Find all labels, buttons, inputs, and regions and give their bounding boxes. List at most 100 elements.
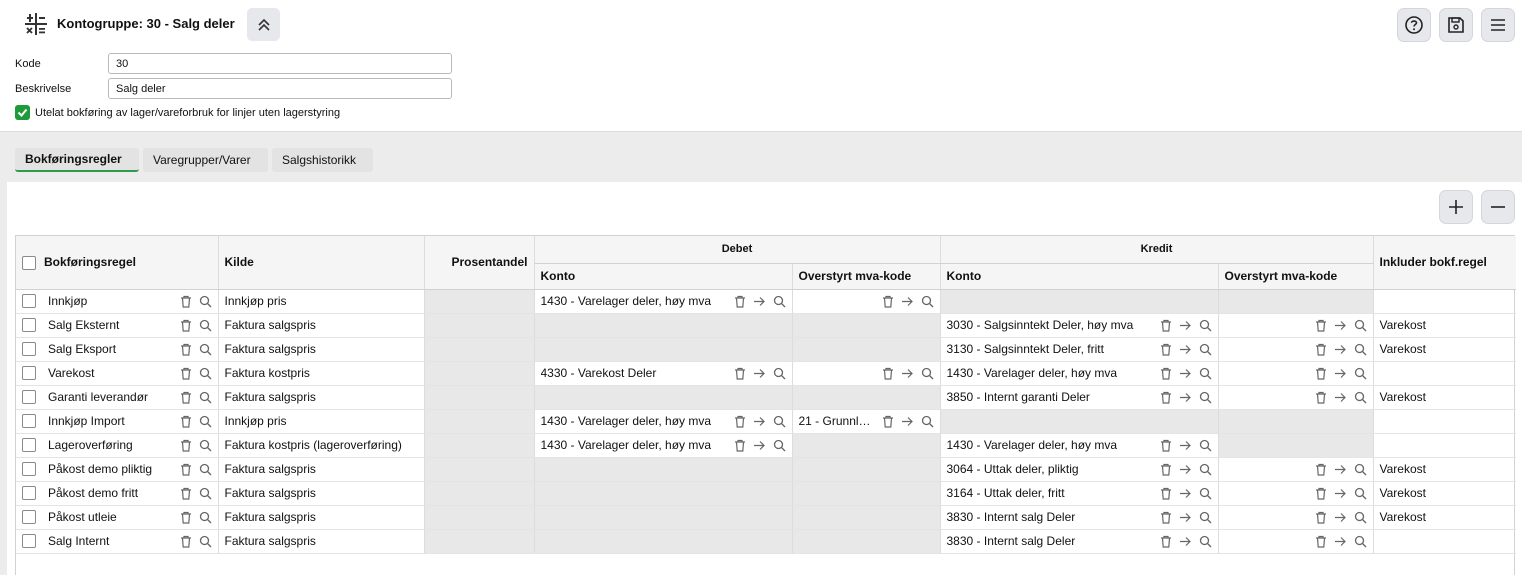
table-row[interactable]: Salg Eksternt Faktura salgspris 3030 - Sal… [16,313,1516,338]
tab-salgshistorikk[interactable]: Salgshistorikk [272,148,373,172]
rule-cell[interactable]: Påkost utleie [16,505,218,530]
table-row[interactable]: Påkost utleie Faktura salgspris 3830 - Int… [16,505,1516,530]
trash-icon[interactable] [180,535,192,548]
kredit-konto-cell[interactable]: 3164 - Uttak deler, fritt [939,481,1218,506]
arrow-right-icon[interactable] [1179,536,1192,547]
source-cell[interactable]: Faktura kostpris (lageroverføring) [217,433,424,458]
rule-cell[interactable]: Salg Eksport [16,337,218,362]
add-row-button[interactable] [1439,190,1473,224]
menu-button[interactable] [1481,8,1515,42]
trash-icon[interactable] [882,415,894,428]
trash-icon[interactable] [1160,487,1172,500]
arrow-right-icon[interactable] [753,440,766,451]
include-cell[interactable]: Varekost [1372,457,1516,482]
table-row[interactable]: Varekost Faktura kostpris 4330 - Varekost … [16,361,1516,386]
search-icon[interactable] [199,487,212,500]
search-icon[interactable] [1354,535,1367,548]
row-checkbox[interactable] [22,390,36,404]
trash-icon[interactable] [1160,367,1172,380]
arrow-right-icon[interactable] [901,368,914,379]
row-checkbox[interactable] [22,366,36,380]
rule-cell[interactable]: Påkost demo fritt [16,481,218,506]
source-cell[interactable]: Faktura salgspris [217,505,424,530]
save-button[interactable] [1439,8,1473,42]
trash-icon[interactable] [1160,391,1172,404]
arrow-right-icon[interactable] [753,296,766,307]
arrow-right-icon[interactable] [1334,320,1347,331]
arrow-right-icon[interactable] [753,368,766,379]
debet-konto-cell[interactable]: 1430 - Varelager deler, høy mva [533,433,792,458]
row-checkbox[interactable] [22,510,36,524]
rule-cell[interactable]: Lageroverføring [16,433,218,458]
kredit-mva-cell[interactable] [1217,481,1373,506]
kredit-konto-cell[interactable]: 3064 - Uttak deler, pliktig [939,457,1218,482]
arrow-right-icon[interactable] [1179,464,1192,475]
trash-icon[interactable] [180,391,192,404]
trash-icon[interactable] [1160,535,1172,548]
trash-icon[interactable] [1160,439,1172,452]
debet-konto-cell[interactable]: 4330 - Varekost Deler [533,361,792,386]
tab-bokforingsregler[interactable]: Bokføringsregler [15,148,139,172]
trash-icon[interactable] [180,343,192,356]
search-icon[interactable] [1354,367,1367,380]
trash-icon[interactable] [180,415,192,428]
arrow-right-icon[interactable] [1334,512,1347,523]
include-cell[interactable] [1372,361,1516,386]
arrow-right-icon[interactable] [1179,392,1192,403]
search-icon[interactable] [773,439,786,452]
arrow-right-icon[interactable] [1179,344,1192,355]
arrow-right-icon[interactable] [1334,392,1347,403]
trash-icon[interactable] [1315,343,1327,356]
arrow-right-icon[interactable] [901,296,914,307]
kredit-konto-cell[interactable]: 1430 - Varelager deler, høy mva [939,433,1218,458]
kredit-mva-cell[interactable] [1217,337,1373,362]
arrow-right-icon[interactable] [1334,536,1347,547]
kredit-konto-cell[interactable]: 3830 - Internt salg Deler [939,529,1218,554]
remove-row-button[interactable] [1481,190,1515,224]
search-icon[interactable] [1199,319,1212,332]
include-cell[interactable] [1372,529,1516,554]
arrow-right-icon[interactable] [1334,368,1347,379]
source-cell[interactable]: Faktura salgspris [217,385,424,410]
search-icon[interactable] [199,367,212,380]
rule-cell[interactable]: Innkjøp [16,289,218,314]
search-icon[interactable] [199,535,212,548]
debet-mva-cell[interactable] [791,289,940,314]
search-icon[interactable] [1354,487,1367,500]
search-icon[interactable] [1199,343,1212,356]
trash-icon[interactable] [882,367,894,380]
trash-icon[interactable] [1160,319,1172,332]
rule-cell[interactable]: Påkost demo pliktig [16,457,218,482]
source-cell[interactable]: Faktura salgspris [217,313,424,338]
debet-konto-cell[interactable]: 1430 - Varelager deler, høy mva [533,289,792,314]
search-icon[interactable] [1199,439,1212,452]
help-button[interactable] [1397,8,1431,42]
row-checkbox[interactable] [22,294,36,308]
arrow-right-icon[interactable] [1334,344,1347,355]
row-checkbox[interactable] [22,486,36,500]
trash-icon[interactable] [1160,463,1172,476]
kredit-konto-cell[interactable]: 3030 - Salgsinntekt Deler, høy mva [939,313,1218,338]
arrow-right-icon[interactable] [1179,488,1192,499]
collapse-button[interactable] [247,8,280,41]
search-icon[interactable] [773,367,786,380]
source-cell[interactable]: Faktura salgspris [217,457,424,482]
select-all-checkbox[interactable] [22,255,36,270]
table-row[interactable]: Salg Internt Faktura salgspris 3830 - Inte… [16,529,1516,554]
search-icon[interactable] [199,439,212,452]
tab-varegrupper-varer[interactable]: Varegrupper/Varer [143,148,268,172]
table-row[interactable]: Salg Eksport Faktura salgspris 3130 - Salg… [16,337,1516,362]
search-icon[interactable] [199,343,212,356]
kredit-mva-cell[interactable] [1217,457,1373,482]
row-checkbox[interactable] [22,342,36,356]
source-cell[interactable]: Faktura salgspris [217,529,424,554]
kode-input[interactable] [108,53,452,74]
kredit-mva-cell[interactable] [1217,313,1373,338]
trash-icon[interactable] [734,415,746,428]
trash-icon[interactable] [180,439,192,452]
source-cell[interactable]: Faktura salgspris [217,481,424,506]
trash-icon[interactable] [180,319,192,332]
trash-icon[interactable] [1160,511,1172,524]
search-icon[interactable] [921,367,934,380]
arrow-right-icon[interactable] [1334,464,1347,475]
